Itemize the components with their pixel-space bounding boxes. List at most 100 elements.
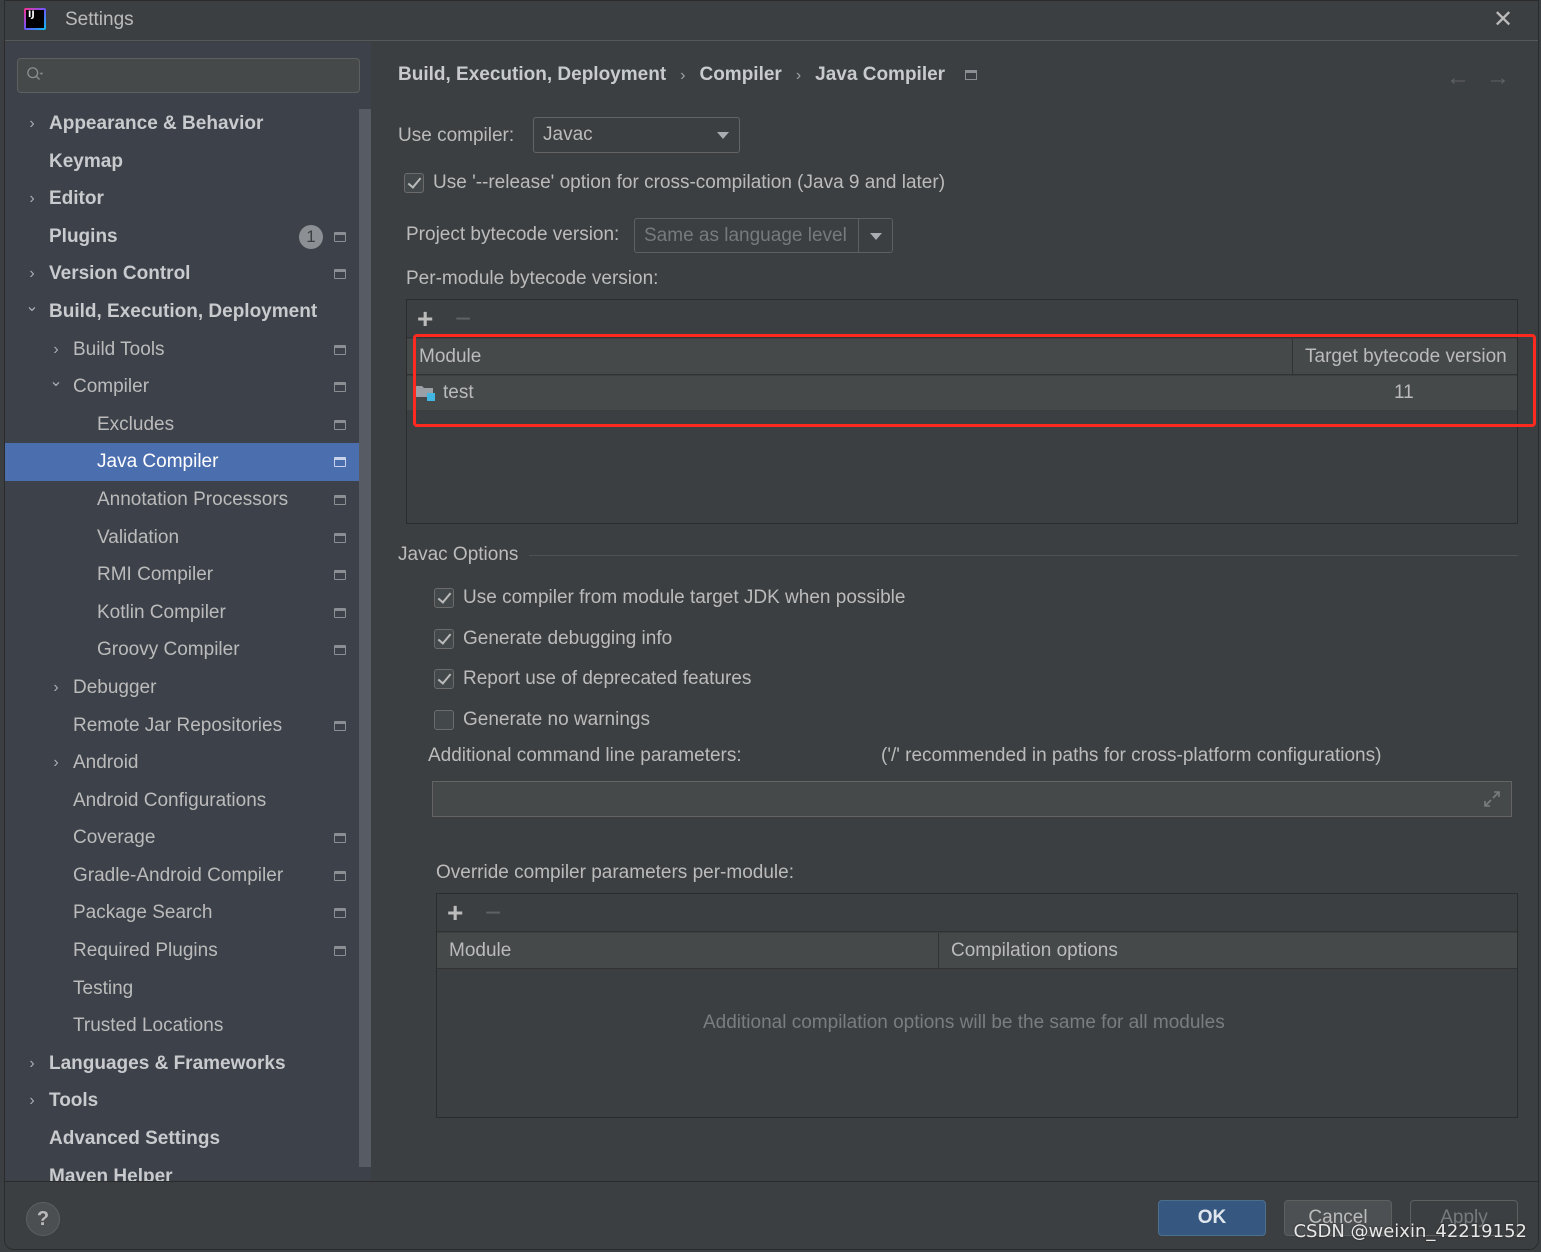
sidebar-item-label: Languages & Frameworks (49, 1052, 286, 1074)
sidebar-item-label: Appearance & Behavior (49, 113, 264, 134)
close-button[interactable]: ✕ (1490, 7, 1516, 33)
additional-params-input[interactable] (432, 781, 1512, 817)
dropdown-divider (858, 219, 859, 252)
breadcrumb-item-compiler[interactable]: Compiler (699, 64, 781, 85)
expand-icon[interactable] (1483, 790, 1501, 808)
sidebar-item[interactable]: Annotation Processors (5, 481, 371, 519)
sidebar-item-label: Kotlin Compiler (97, 601, 226, 623)
project-level-icon (334, 344, 346, 355)
plus-icon: + (417, 303, 434, 334)
title-bar: IJ Settings ✕ (5, 1, 1538, 41)
help-button[interactable]: ? (26, 1202, 60, 1236)
sidebar-item[interactable]: › Appearance & Behavior (5, 105, 371, 143)
sidebar-item-label: Gradle-Android Compiler (73, 864, 284, 886)
debugging-info-checkbox[interactable] (434, 629, 454, 649)
sidebar-item[interactable]: Keymap (5, 143, 371, 181)
sidebar-item[interactable]: Plugins 1 (5, 218, 371, 256)
column-header-compilation-options[interactable]: Compilation options (938, 933, 1517, 969)
add-module-button[interactable]: + (417, 303, 433, 335)
sidebar-item[interactable]: Excludes (5, 406, 371, 444)
deprecated-features-checkbox[interactable] (434, 669, 454, 689)
sidebar-item[interactable]: Kotlin Compiler (5, 594, 371, 632)
sidebar-item[interactable]: Groovy Compiler (5, 631, 371, 669)
sidebar-item[interactable]: › Languages & Frameworks (5, 1045, 371, 1083)
dropdown-arrow-icon (717, 132, 729, 139)
notification-badge: 1 (299, 224, 323, 249)
use-target-jdk-label: Use compiler from module target JDK when… (463, 587, 906, 608)
release-option-checkbox[interactable] (404, 173, 424, 193)
sidebar-item[interactable]: › Version Control (5, 255, 371, 293)
column-header-module[interactable]: Module (437, 933, 938, 969)
sidebar-item[interactable]: Java Compiler (5, 443, 371, 481)
back-button[interactable]: ← (1446, 64, 1470, 92)
sidebar-item[interactable]: RMI Compiler (5, 556, 371, 594)
breadcrumb-separator: › (795, 67, 802, 84)
project-level-icon (334, 908, 346, 919)
project-level-icon (334, 269, 346, 280)
table-row[interactable]: test 11 (407, 376, 1517, 410)
java-compiler-panel: Build, Execution, Deployment › Compiler › Ja… (371, 42, 1538, 1181)
sidebar-item-label: Required Plugins (73, 940, 218, 962)
chevron-right-icon[interactable]: › (25, 180, 39, 218)
chevron-right-icon[interactable]: › (25, 105, 39, 143)
breadcrumb-item-build[interactable]: Build, Execution, Deployment (398, 64, 666, 85)
sidebar-item[interactable]: Remote Jar Repositories (5, 707, 371, 745)
minus-icon: − (455, 303, 472, 334)
forward-button[interactable]: → (1486, 64, 1510, 92)
sidebar-item-label: Tools (49, 1090, 99, 1112)
target-version-cell[interactable]: 11 (1394, 382, 1414, 404)
no-warnings-checkbox[interactable] (434, 710, 454, 730)
chevron-right-icon[interactable]: › (25, 1045, 39, 1083)
chevron-right-icon[interactable]: › (49, 744, 63, 782)
sidebar-item[interactable]: ⌄ Compiler (5, 368, 371, 406)
chevron-right-icon[interactable]: › (49, 669, 63, 707)
project-level-icon (334, 946, 346, 957)
ok-button[interactable]: OK (1158, 1200, 1266, 1236)
chevron-right-icon[interactable]: › (25, 1082, 39, 1120)
sidebar-item[interactable]: ⌄ Build, Execution, Deployment (5, 293, 371, 331)
column-header-target-version[interactable]: Target bytecode version (1292, 339, 1517, 375)
sidebar-item[interactable]: › Android (5, 744, 371, 782)
sidebar-item-label: Version Control (49, 263, 191, 285)
project-bytecode-dropdown[interactable]: Same as language level (634, 218, 893, 253)
sidebar-item[interactable]: Required Plugins (5, 932, 371, 970)
chevron-down-icon[interactable]: ⌄ (49, 363, 63, 401)
sidebar-item[interactable]: Coverage (5, 819, 371, 857)
sidebar-item-label: Advanced Settings (49, 1128, 221, 1150)
sidebar-item[interactable]: Package Search (5, 894, 371, 932)
add-override-button[interactable]: + (447, 897, 463, 929)
override-table-header: Module Compilation options (437, 933, 1517, 969)
override-table: + − Module Compilation options Additiona… (436, 893, 1518, 1118)
chevron-down-icon[interactable]: ⌄ (25, 288, 39, 326)
project-level-icon (334, 833, 346, 844)
use-compiler-dropdown[interactable]: Javac (533, 117, 740, 153)
sidebar-item[interactable]: Testing (5, 970, 371, 1008)
sidebar-item-label: Validation (97, 526, 180, 548)
sidebar-item-label: Plugins (49, 225, 118, 247)
close-icon: ✕ (1492, 6, 1514, 33)
column-header-module[interactable]: Module (407, 339, 1292, 375)
settings-search-input[interactable] (17, 58, 360, 93)
project-bytecode-label: Project bytecode version: (406, 224, 620, 245)
arrow-right-icon: → (1486, 64, 1510, 91)
sidebar-item[interactable]: Android Configurations (5, 782, 371, 820)
override-toolbar: + − (437, 894, 1517, 932)
additional-params-hint: ('/' recommended in paths for cross-plat… (881, 745, 1382, 766)
remove-override-button[interactable]: − (485, 897, 501, 929)
project-level-icon (334, 607, 346, 618)
project-level-icon (334, 231, 346, 242)
sidebar-item[interactable]: › Tools (5, 1082, 371, 1120)
sidebar-item[interactable]: › Debugger (5, 669, 371, 707)
sidebar-item[interactable]: Trusted Locations (5, 1007, 371, 1045)
sidebar-scrollbar[interactable] (359, 109, 371, 1167)
remove-module-button[interactable]: − (455, 303, 471, 335)
use-target-jdk-checkbox[interactable] (434, 588, 454, 608)
project-level-icon (334, 382, 346, 393)
sidebar-item-label: Java Compiler (97, 451, 219, 473)
sidebar-item[interactable]: › Editor (5, 180, 371, 218)
sidebar-item-label: Package Search (73, 902, 213, 924)
sidebar-item[interactable]: Gradle-Android Compiler (5, 857, 371, 895)
per-module-table: + − Module Target bytecode version test … (406, 299, 1518, 524)
sidebar-item[interactable]: Advanced Settings (5, 1120, 371, 1158)
sidebar-item[interactable]: Validation (5, 519, 371, 557)
